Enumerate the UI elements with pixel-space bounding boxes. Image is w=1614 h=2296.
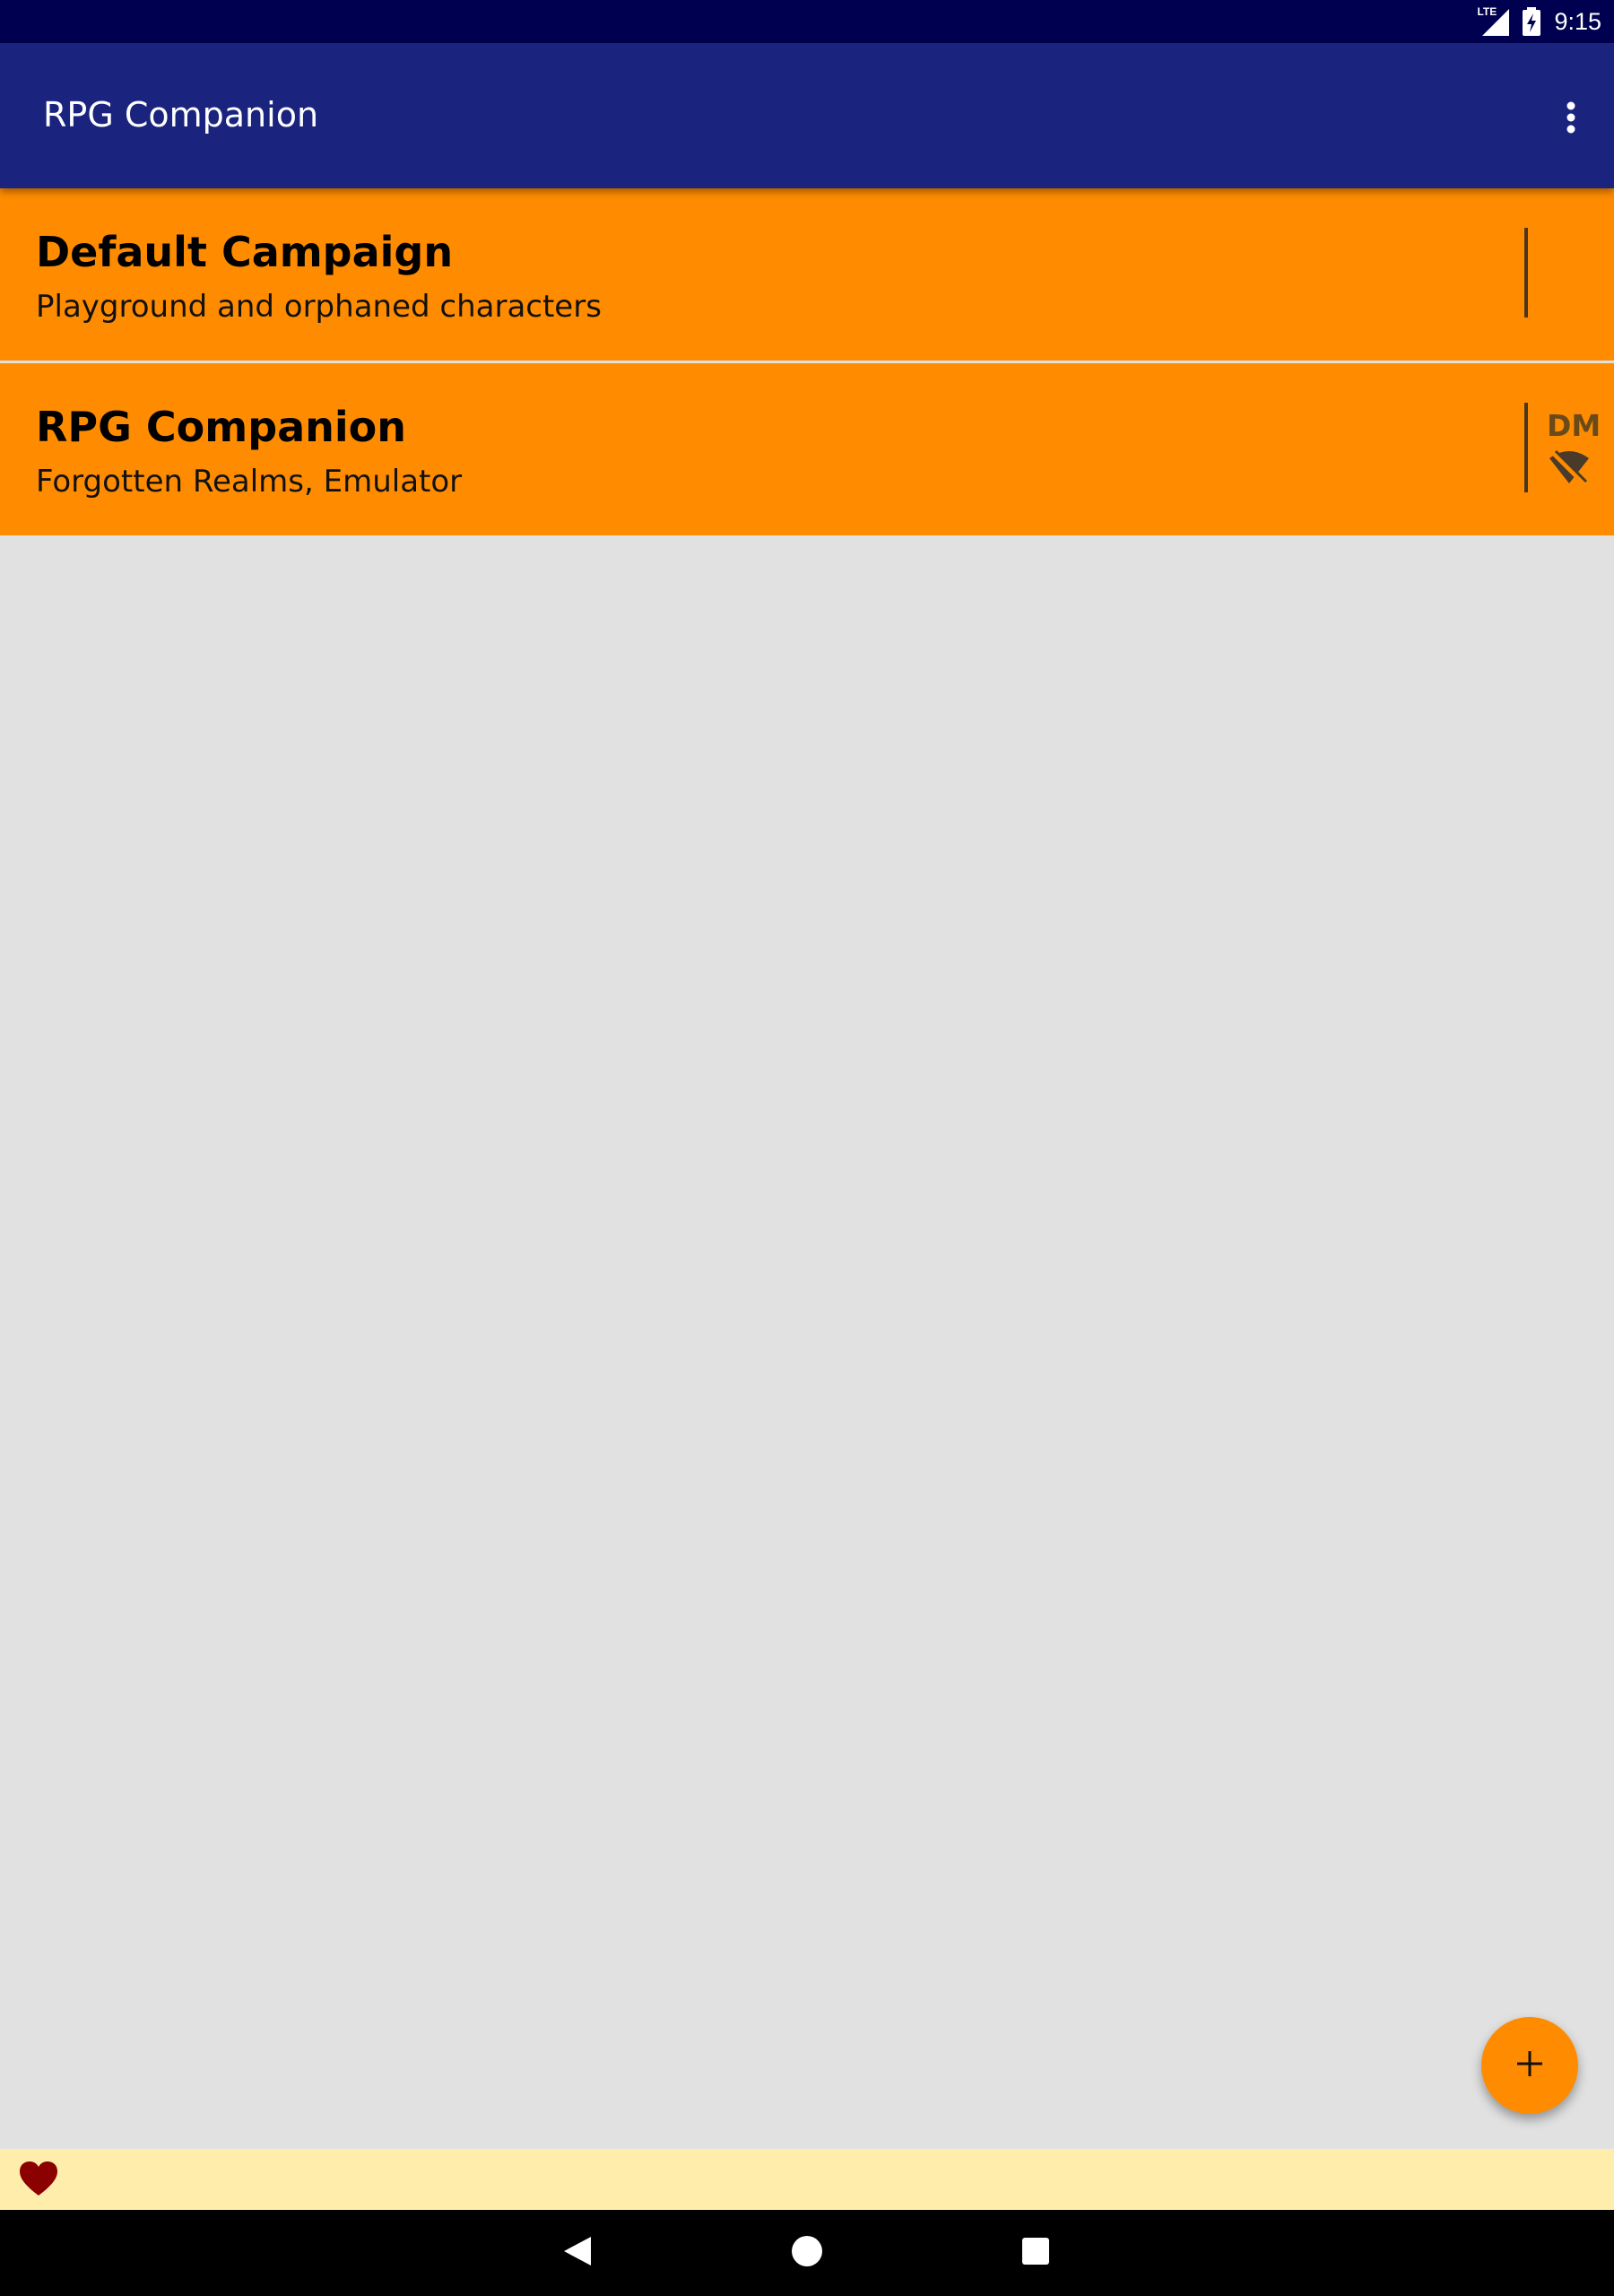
row-divider <box>1524 228 1528 317</box>
campaign-row-rpg-companion[interactable]: RPG Companion Forgotten Realms, Emulator… <box>0 363 1614 535</box>
campaign-name: RPG Companion <box>36 403 407 451</box>
wifi-off-icon <box>1548 449 1591 490</box>
app-title: RPG Companion <box>43 95 319 135</box>
status-bar: LTE 9:15 <box>0 0 1614 43</box>
campaign-name: Default Campaign <box>36 228 454 276</box>
plus-icon <box>1515 2049 1544 2083</box>
campaign-row-default[interactable]: Default Campaign Playground and orphaned… <box>0 188 1614 361</box>
network-label: LTE <box>1477 5 1497 18</box>
overflow-menu-button[interactable] <box>1544 92 1598 146</box>
more-vert-icon <box>1566 101 1576 138</box>
status-icons: LTE 9:15 <box>1477 0 1601 43</box>
lte-signal-icon: LTE <box>1477 5 1510 36</box>
recents-button[interactable] <box>1014 2231 1057 2274</box>
footer-bar <box>0 2149 1614 2210</box>
back-button[interactable] <box>556 2231 599 2274</box>
campaign-description: Playground and orphaned characters <box>36 289 602 325</box>
add-campaign-button[interactable] <box>1481 2017 1578 2114</box>
campaign-list: Default Campaign Playground and orphaned… <box>0 188 1614 535</box>
row-divider <box>1524 403 1528 492</box>
home-icon <box>791 2235 823 2272</box>
navigation-bar <box>0 2210 1614 2296</box>
home-button[interactable] <box>785 2231 829 2274</box>
status-time: 9:15 <box>1554 7 1601 35</box>
battery-charging-icon <box>1522 7 1541 36</box>
heart-icon[interactable] <box>18 2160 59 2202</box>
dm-badge: DM <box>1547 408 1601 443</box>
recents-icon <box>1021 2237 1050 2270</box>
app-bar: RPG Companion <box>0 43 1614 188</box>
back-icon <box>562 2235 593 2272</box>
campaign-description: Forgotten Realms, Emulator <box>36 464 463 500</box>
